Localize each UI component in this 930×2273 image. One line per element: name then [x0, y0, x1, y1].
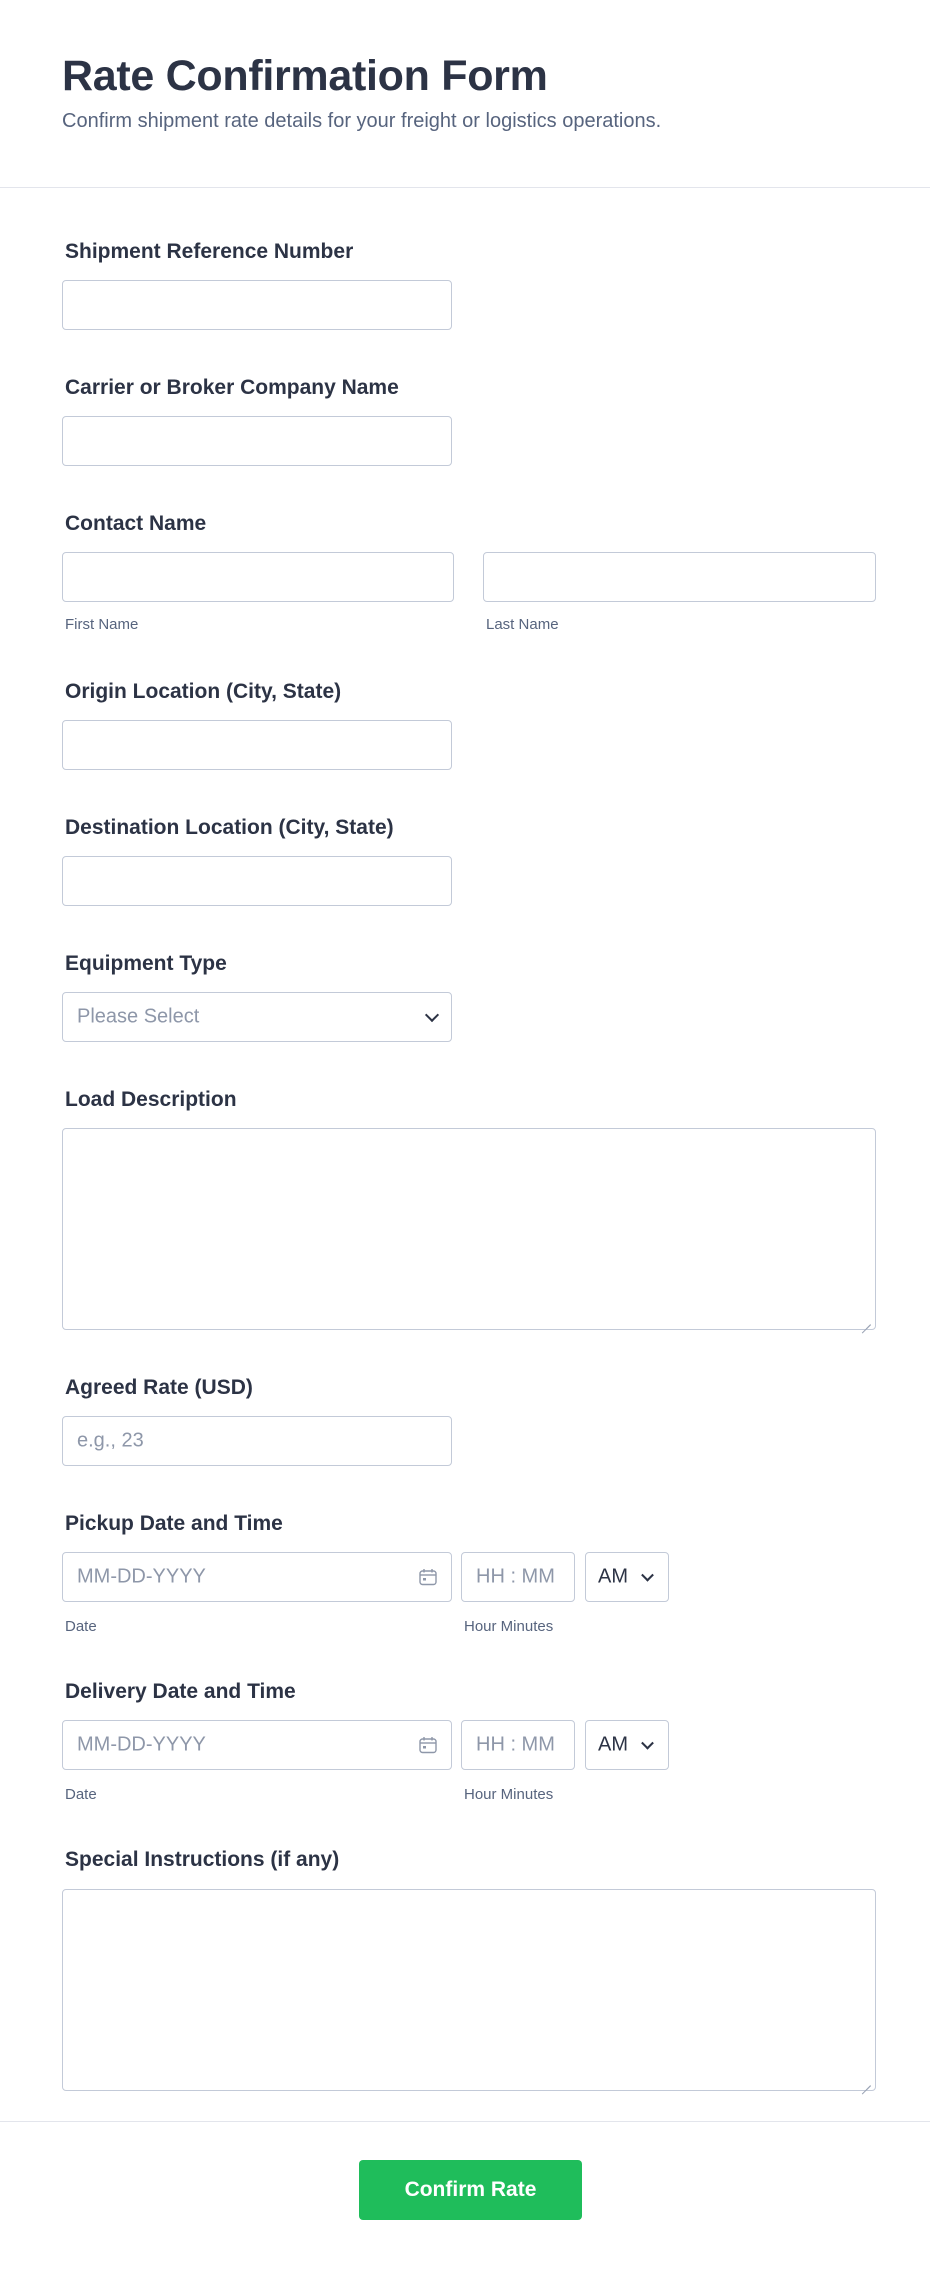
agreed-rate-placeholder: e.g., 23 [77, 1429, 144, 1452]
first-name-input[interactable] [62, 552, 454, 602]
pickup-date-placeholder: MM-DD-YYYY [77, 1565, 206, 1588]
shipment-ref-label: Shipment Reference Number [65, 240, 354, 263]
last-name-sublabel: Last Name [486, 616, 559, 633]
pickup-date-input[interactable]: MM-DD-YYYY [62, 1552, 452, 1602]
delivery-ampm-value: AM [598, 1733, 628, 1756]
agreed-rate-label: Agreed Rate (USD) [65, 1376, 253, 1399]
pickup-time-input[interactable]: HH : MM [461, 1552, 575, 1602]
page-title: Rate Confirmation Form [62, 52, 548, 100]
destination-label: Destination Location (City, State) [65, 816, 394, 839]
pickup-ampm-value: AM [598, 1565, 628, 1588]
contact-name-label: Contact Name [65, 512, 207, 535]
last-name-input[interactable] [483, 552, 876, 602]
first-name-sublabel: First Name [65, 616, 139, 633]
carrier-label: Carrier or Broker Company Name [65, 376, 399, 399]
pickup-time-sublabel: Hour Minutes [464, 1618, 554, 1635]
resize-handle-icon[interactable] [861, 1315, 871, 1325]
carrier-input[interactable] [62, 416, 452, 466]
delivery-time-placeholder: HH : MM [476, 1733, 555, 1756]
special-instructions-label: Special Instructions (if any) [65, 1848, 340, 1871]
pickup-time-placeholder: HH : MM [476, 1565, 555, 1588]
calendar-icon[interactable] [419, 1569, 437, 1586]
delivery-date-sublabel: Date [65, 1786, 97, 1803]
origin-label: Origin Location (City, State) [65, 680, 342, 703]
special-instructions-textarea[interactable] [62, 1889, 876, 2091]
chevron-down-icon [641, 1736, 654, 1750]
delivery-ampm-select[interactable]: AM [585, 1720, 669, 1770]
load-description-textarea[interactable] [62, 1128, 876, 1330]
equipment-type-label: Equipment Type [65, 952, 227, 975]
origin-input[interactable] [62, 720, 452, 770]
delivery-time-input[interactable]: HH : MM [461, 1720, 575, 1770]
form-header: Rate Confirmation Form Confirm shipment … [0, 0, 930, 188]
shipment-ref-input[interactable] [62, 280, 452, 330]
equipment-type-select[interactable]: Please Select [62, 992, 452, 1042]
delivery-time-sublabel: Hour Minutes [464, 1786, 554, 1803]
equipment-type-placeholder: Please Select [77, 1005, 200, 1028]
pickup-label: Pickup Date and Time [65, 1512, 283, 1535]
delivery-date-input[interactable]: MM-DD-YYYY [62, 1720, 452, 1770]
chevron-down-icon [641, 1568, 654, 1582]
confirm-rate-button[interactable]: Confirm Rate [359, 2160, 582, 2220]
resize-handle-icon[interactable] [861, 2076, 871, 2086]
load-description-label: Load Description [65, 1088, 237, 1111]
delivery-label: Delivery Date and Time [65, 1680, 296, 1703]
agreed-rate-input[interactable]: e.g., 23 [62, 1416, 452, 1466]
calendar-icon[interactable] [419, 1737, 437, 1754]
chevron-down-icon [424, 1007, 440, 1023]
footer-divider [0, 2121, 930, 2122]
pickup-date-sublabel: Date [65, 1618, 97, 1635]
destination-input[interactable] [62, 856, 452, 906]
delivery-date-placeholder: MM-DD-YYYY [77, 1733, 206, 1756]
page-subtitle: Confirm shipment rate details for your f… [62, 110, 662, 132]
pickup-ampm-select[interactable]: AM [585, 1552, 669, 1602]
